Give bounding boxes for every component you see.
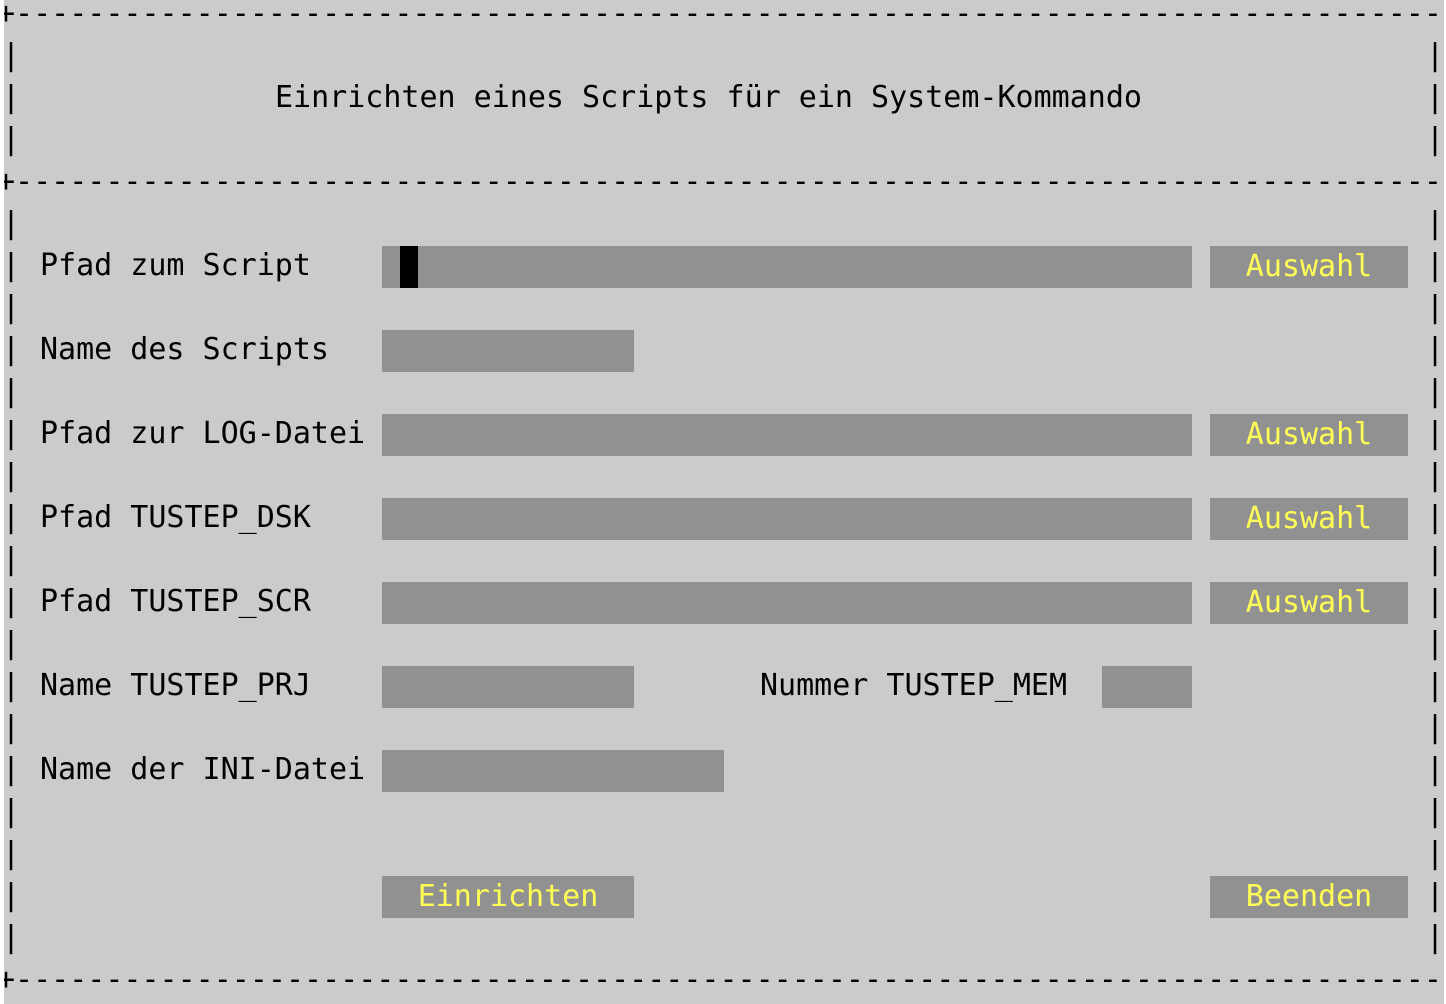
frame-left-bar: | [4,710,21,745]
frame-right-bar: | [1426,122,1444,157]
tustep-mem-input[interactable] [1102,666,1192,708]
frame-right-bar: | [1426,374,1444,409]
tustep-scr-browse-button[interactable]: Auswahl [1210,582,1408,624]
frame-left-bar: | [4,38,21,73]
frame-right-bar: | [1426,542,1444,577]
submit-button[interactable]: Einrichten [382,876,634,918]
frame-left-bar: | [4,752,21,787]
frame-left-bar: | [4,836,21,871]
tustep-dsk-label: Pfad TUSTEP_DSK [40,500,311,535]
frame-left-bar: | [4,332,21,367]
frame-right-bar: | [1426,710,1444,745]
frame-right-bar: | [1426,752,1444,787]
terminal-screen: +---------------------------------------… [4,0,1444,1004]
frame-left-bar: | [4,794,21,829]
frame-right-bar: | [1426,626,1444,661]
tustep-scr-label: Pfad TUSTEP_SCR [40,584,311,619]
log-path-browse-button[interactable]: Auswahl [1210,414,1408,456]
frame-left-bar: | [4,248,21,283]
frame-right-bar: | [1426,206,1444,241]
frame-left-bar: | [4,878,21,913]
frame-left-bar: | [4,500,21,535]
tustep-prj-input[interactable] [382,666,634,708]
frame-left-bar: | [4,374,21,409]
frame-middle-rule: +---------------------------------------… [4,164,1444,199]
ini-name-label: Name der INI-Datei [40,752,366,787]
tustep-dsk-input[interactable] [382,498,1192,540]
frame-left-bar: | [4,416,21,451]
quit-button[interactable]: Beenden [1210,876,1408,918]
frame-left-bar: | [4,206,21,241]
frame-right-bar: | [1426,80,1444,115]
frame-top-rule: +---------------------------------------… [4,0,1444,31]
frame-left-bar: | [4,290,21,325]
log-path-label: Pfad zur LOG-Datei [40,416,366,451]
frame-right-bar: | [1426,878,1444,913]
tustep-prj-label: Name TUSTEP_PRJ [40,668,311,703]
frame-right-bar: | [1426,290,1444,325]
frame-right-bar: | [1426,668,1444,703]
frame-right-bar: | [1426,458,1444,493]
frame-left-bar: | [4,122,21,157]
tustep-scr-input[interactable] [382,582,1192,624]
frame-right-bar: | [1426,500,1444,535]
text-cursor [400,246,418,288]
frame-right-bar: | [1426,332,1444,367]
frame-left-bar: | [4,542,21,577]
frame-left-bar: | [4,458,21,493]
frame-left-bar: | [4,626,21,661]
frame-left-bar: | [4,584,21,619]
frame-right-bar: | [1426,38,1444,73]
frame-left-bar: | [4,668,21,703]
script-name-label: Name des Scripts [40,332,329,367]
script-path-browse-button[interactable]: Auswahl [1210,246,1408,288]
script-path-input[interactable] [382,246,1192,288]
frame-left-bar: | [4,920,21,955]
frame-left-bar: | [4,80,21,115]
script-name-input[interactable] [382,330,634,372]
frame-right-bar: | [1426,248,1444,283]
log-path-input[interactable] [382,414,1192,456]
frame-bottom-rule: +---------------------------------------… [4,962,1444,997]
frame-right-bar: | [1426,920,1444,955]
tustep-mem-label: Nummer TUSTEP_MEM [760,668,1068,703]
frame-right-bar: | [1426,836,1444,871]
dialog-title: Einrichten eines Scripts für ein System-… [275,80,1142,115]
frame-right-bar: | [1426,416,1444,451]
frame-right-bar: | [1426,584,1444,619]
ini-name-input[interactable] [382,750,724,792]
frame-right-bar: | [1426,794,1444,829]
tustep-dsk-browse-button[interactable]: Auswahl [1210,498,1408,540]
script-path-label: Pfad zum Script [40,248,311,283]
